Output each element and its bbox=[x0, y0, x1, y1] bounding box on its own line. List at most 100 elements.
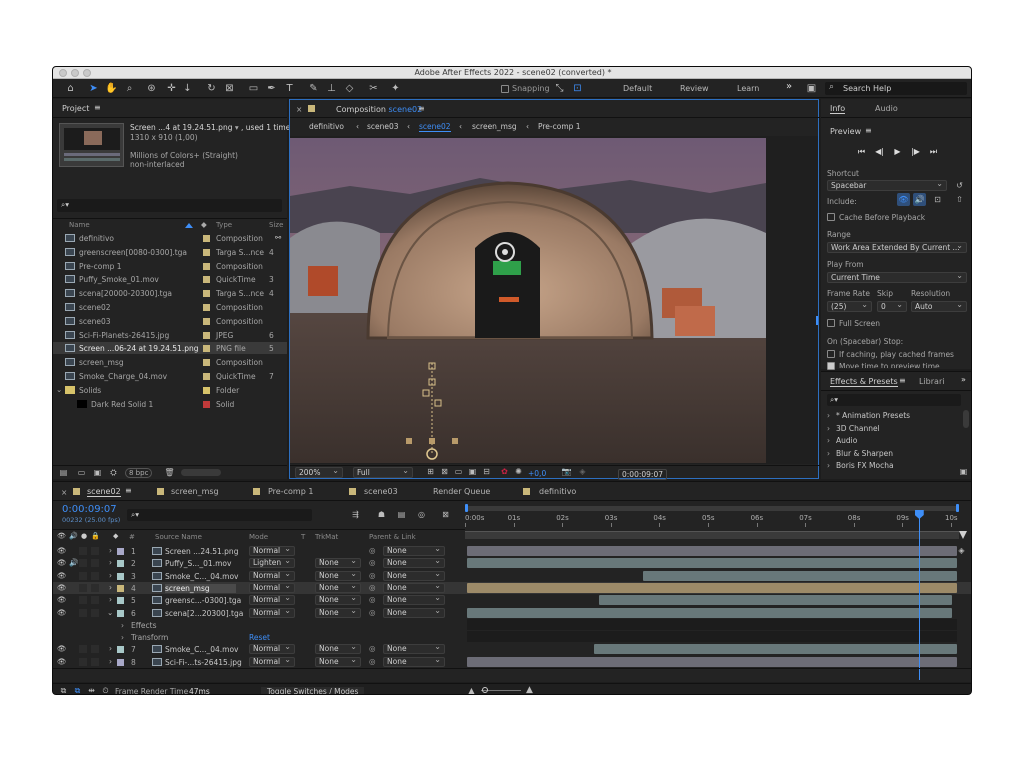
layer-row[interactable]: 👁 › 5 greensc...-0300].tga Normal None ◎… bbox=[53, 594, 971, 606]
cache-before-checkbox[interactable] bbox=[827, 213, 835, 221]
flowchart-icon[interactable]: ⚯ bbox=[275, 233, 281, 242]
dolly-tool-icon[interactable]: ↓ bbox=[181, 82, 194, 95]
time-ruler[interactable]: 0:00s 01s 02s 03s 04s 05s 06s 07s 08s 09s 10s bbox=[465, 502, 971, 545]
zoom-slider-knob[interactable] bbox=[482, 687, 488, 693]
property-group-row[interactable]: › Effects bbox=[53, 618, 971, 631]
layer-source-name[interactable]: greensc...-0300].tga bbox=[165, 596, 241, 605]
eye-icon[interactable]: 👁 bbox=[57, 558, 67, 567]
parent-dropdown[interactable]: None bbox=[383, 644, 445, 655]
layer-duration-bar[interactable] bbox=[467, 582, 957, 593]
shy-layers-icon[interactable]: ☗ bbox=[375, 508, 388, 521]
layer-source-name[interactable]: Screen ...24.51.png bbox=[165, 547, 238, 556]
solo-toggle[interactable] bbox=[79, 608, 87, 617]
trkmat-dropdown[interactable]: None bbox=[315, 644, 361, 655]
type-tool-icon[interactable]: T bbox=[283, 82, 296, 95]
include-video-icon[interactable]: 👁 bbox=[897, 193, 910, 206]
effects-scrollbar[interactable] bbox=[963, 410, 969, 428]
layer-source-name[interactable]: Smoke_C..._04.mov bbox=[165, 572, 239, 581]
navigator-start-handle[interactable] bbox=[465, 504, 468, 512]
parent-dropdown[interactable]: None bbox=[383, 595, 445, 606]
snap-features-icon[interactable]: ⊡ bbox=[571, 82, 584, 95]
frame-blending-icon[interactable]: ▤ bbox=[395, 508, 408, 521]
trkmat-dropdown[interactable]: None bbox=[315, 570, 361, 581]
project-item[interactable]: greenscreen[0080-0300].tga Targa S...nce 4 bbox=[53, 246, 287, 258]
effects-category[interactable]: › Blur & Sharpen bbox=[821, 448, 961, 460]
play-from-dropdown[interactable]: Current Time bbox=[827, 272, 967, 283]
breadcrumb-screen-msg[interactable]: screen_msg bbox=[472, 122, 517, 131]
project-item[interactable]: Dark Red Solid 1 Solid bbox=[53, 398, 287, 410]
solo-toggle[interactable] bbox=[79, 571, 87, 580]
lock-toggle[interactable] bbox=[91, 596, 99, 605]
layer-row[interactable]: 👁 › 1 Screen ...24.51.png Normal ◎ None bbox=[53, 545, 971, 557]
snapping-checkbox[interactable] bbox=[501, 85, 509, 93]
new-preset-icon[interactable]: ▣ bbox=[957, 465, 970, 478]
layer-row[interactable]: 👁 ⌄ 6 scena[2...20300].tga Normal None ◎… bbox=[53, 607, 971, 619]
project-item[interactable]: scena[20000-20300].tga Targa S...nce 4 bbox=[53, 287, 287, 299]
label-column-icon[interactable]: ◆ bbox=[201, 220, 207, 229]
frame-rate-dropdown[interactable]: (25) bbox=[827, 301, 872, 312]
pick-whip-icon[interactable]: ◎ bbox=[369, 595, 376, 604]
layer-source-name[interactable]: Puffy_S..._01.mov bbox=[165, 559, 231, 568]
time-navigator[interactable] bbox=[465, 506, 959, 511]
timeline-tab-definitivo[interactable]: definitivo bbox=[539, 487, 576, 496]
composition-menu-icon[interactable]: ≡ bbox=[418, 104, 425, 113]
info-tab[interactable]: Info bbox=[830, 104, 846, 114]
project-item[interactable]: scene03 Composition bbox=[53, 315, 287, 327]
close-tab-icon[interactable]: × bbox=[296, 105, 302, 114]
eye-icon[interactable]: 👁 bbox=[57, 595, 67, 604]
disclosure-triangle-icon[interactable]: › bbox=[109, 571, 112, 580]
layer-row[interactable]: 👁 › 3 Smoke_C..._04.mov Normal None ◎ No… bbox=[53, 570, 971, 582]
anchor-tool-icon[interactable]: ⊠ bbox=[223, 82, 236, 95]
range-dropdown[interactable]: Work Area Extended By Current ... bbox=[827, 242, 967, 253]
trkmat-dropdown[interactable]: None bbox=[315, 656, 361, 667]
property-group-row[interactable]: › Transform Reset bbox=[53, 631, 971, 643]
pick-whip-icon[interactable]: ◎ bbox=[369, 657, 376, 666]
shortcut-dropdown[interactable]: Spacebar bbox=[827, 180, 947, 191]
brush-tool-icon[interactable]: ✎ bbox=[307, 82, 320, 95]
parent-dropdown[interactable]: None bbox=[383, 570, 445, 581]
layer-duration-bar[interactable] bbox=[467, 656, 957, 667]
layer-mode-dropdown[interactable]: Normal bbox=[249, 570, 295, 581]
project-tab[interactable]: Project bbox=[62, 104, 89, 113]
effects-category[interactable]: › Boris FX Mocha bbox=[821, 460, 961, 468]
pan-tool-icon[interactable]: ✛ bbox=[165, 82, 178, 95]
hand-tool-icon[interactable]: ✋ bbox=[105, 82, 118, 95]
more-workspaces-icon[interactable]: » bbox=[786, 81, 792, 92]
eye-icon[interactable]: 👁 bbox=[57, 657, 67, 666]
mask-visibility-icon[interactable]: ▭ bbox=[452, 465, 465, 478]
layer-duration-bar[interactable] bbox=[467, 607, 953, 618]
project-item[interactable]: Sci-Fi-Planets-26415.jpg JPEG 6 bbox=[53, 329, 287, 341]
pick-whip-icon[interactable]: ◎ bbox=[369, 558, 376, 567]
effects-category[interactable]: › 3D Channel bbox=[821, 423, 961, 435]
rotate-tool-icon[interactable]: ↻ bbox=[205, 82, 218, 95]
thumbnail-size-slider[interactable] bbox=[181, 469, 221, 476]
first-frame-icon[interactable]: ⏮ bbox=[855, 145, 868, 158]
eye-icon[interactable]: 👁 bbox=[57, 546, 67, 555]
export-icon[interactable]: ⇧ bbox=[953, 193, 966, 206]
project-item[interactable]: ⌄ Solids Folder bbox=[53, 384, 287, 396]
disclosure-triangle-icon[interactable]: › bbox=[109, 558, 112, 567]
puppet-tool-icon[interactable]: ✦ bbox=[389, 82, 402, 95]
pick-whip-icon[interactable]: ◎ bbox=[369, 571, 376, 580]
adjust-project-icon[interactable]: ⛭ bbox=[107, 466, 120, 479]
zoom-in-icon[interactable]: ▲ bbox=[523, 684, 536, 694]
project-item[interactable]: Smoke_Charge_04.mov QuickTime 7 bbox=[53, 370, 287, 382]
parent-dropdown[interactable]: None bbox=[383, 607, 445, 618]
breadcrumb-pre-comp-1[interactable]: Pre-comp 1 bbox=[538, 122, 581, 131]
close-tab-icon[interactable]: × bbox=[61, 488, 67, 497]
work-area-bar[interactable] bbox=[465, 531, 959, 539]
pick-whip-icon[interactable]: ◎ bbox=[369, 583, 376, 592]
play-icon[interactable]: ▶ bbox=[891, 145, 904, 158]
orbit-tool-icon[interactable]: ⊛ bbox=[145, 82, 158, 95]
transparency-grid-icon[interactable]: ⊠ bbox=[438, 465, 451, 478]
layer-mode-dropdown[interactable]: Normal bbox=[249, 607, 295, 618]
if-caching-checkbox[interactable] bbox=[827, 350, 835, 358]
eye-icon[interactable]: 👁 bbox=[57, 644, 67, 653]
parent-dropdown[interactable]: None bbox=[383, 546, 445, 556]
trkmat-dropdown[interactable]: None bbox=[315, 558, 361, 569]
composition-viewer[interactable] bbox=[290, 136, 818, 464]
lock-toggle[interactable] bbox=[91, 559, 99, 568]
resolution-dropdown[interactable]: Full bbox=[353, 467, 413, 478]
rectangle-tool-icon[interactable]: ▭ bbox=[247, 82, 260, 95]
disclosure-triangle-icon[interactable]: › bbox=[109, 644, 112, 653]
